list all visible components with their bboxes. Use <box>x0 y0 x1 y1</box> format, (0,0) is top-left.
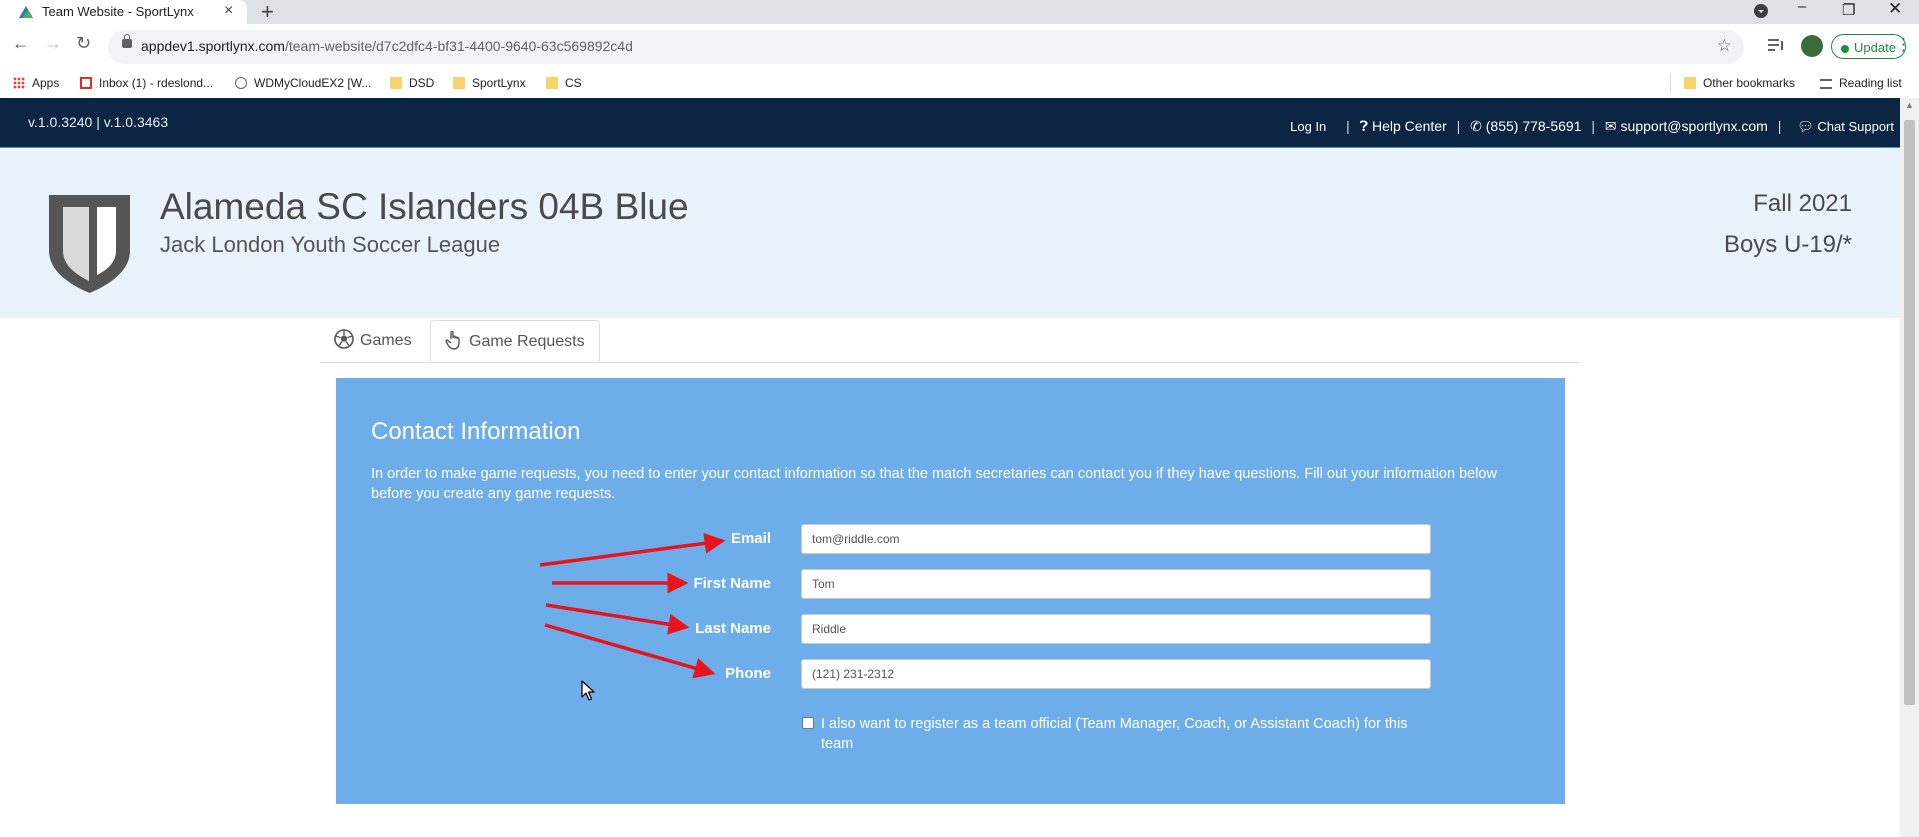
mouse-cursor-icon <box>581 680 595 701</box>
media-control-icon[interactable] <box>1768 38 1784 57</box>
sportlynx-favicon-icon <box>19 6 33 18</box>
minimize-icon[interactable]: – <box>1798 0 1806 15</box>
email-label: Email <box>730 530 771 547</box>
bookmark-other[interactable]: Other bookmarks <box>1684 76 1795 90</box>
team-name: Alameda SC Islanders 04B Blue <box>160 186 689 227</box>
bookmark-apps[interactable]: Apps <box>13 76 59 90</box>
folder-icon <box>546 77 558 89</box>
scrollbar-thumb[interactable] <box>1904 120 1915 705</box>
team-official-label[interactable]: I also want to register as a team offici… <box>821 714 1431 754</box>
bookmark-wdmycloud[interactable]: WDMyCloudEX2 [W... <box>235 76 371 90</box>
browser-tab-title: Team Website - SportLynx <box>42 4 194 19</box>
address-url[interactable]: appdev1.sportlynx.com/team-website/d7c2d… <box>141 38 633 54</box>
close-tab-icon[interactable]: × <box>224 2 233 20</box>
bookmark-sportlynx[interactable]: SportLynx <box>453 76 526 90</box>
tab-game-requests[interactable]: Game Requests <box>430 320 600 362</box>
new-tab-icon[interactable]: + <box>261 0 274 25</box>
browser-tab[interactable]: Team Website - SportLynx × <box>0 0 247 24</box>
contact-information-panel: Contact Information In order to make gam… <box>336 378 1565 804</box>
team-official-checkbox[interactable] <box>802 717 814 729</box>
first-name-label: First Name <box>693 575 771 592</box>
scroll-up-icon[interactable]: ▲ <box>1905 100 1914 110</box>
site-utility-nav: Log In | ❓︎ Help Center | ✆ (855) 778-56… <box>1290 118 1894 134</box>
envelope-icon: ✉ <box>1604 118 1617 134</box>
profile-avatar-icon[interactable] <box>1801 35 1823 57</box>
chat-icon: 💬︎ <box>1797 119 1814 134</box>
chat-support-link[interactable]: 💬︎ Chat Support <box>1797 119 1894 134</box>
apps-grid-icon <box>13 77 25 89</box>
reload-icon[interactable]: ↻ <box>76 33 91 54</box>
window-close-icon[interactable]: ✕ <box>1888 0 1902 19</box>
gmail-icon <box>80 77 92 89</box>
phone-row: Phone (121) 231-2312 <box>336 659 1565 689</box>
contact-title: Contact Information <box>371 418 581 445</box>
address-bar[interactable]: appdev1.sportlynx.com/team-website/d7c2d… <box>108 30 1744 64</box>
email-field[interactable]: tom@riddle.com <box>801 524 1431 554</box>
site-top-bar: v.1.0.3240 | v.1.0.3463 Log In | ❓︎ Help… <box>0 98 1919 148</box>
globe-icon <box>235 77 247 89</box>
back-icon[interactable]: ← <box>12 33 30 54</box>
forward-icon[interactable]: → <box>44 33 62 54</box>
last-name-row: Last Name Riddle <box>336 614 1565 644</box>
bookmark-cs[interactable]: CS <box>546 76 582 90</box>
last-name-field[interactable]: Riddle <box>801 614 1431 644</box>
season-label: Fall 2021 <box>1753 190 1852 217</box>
bookmark-inbox[interactable]: Inbox (1) - rdeslond... <box>80 76 213 90</box>
section-tabs: Games Game Requests <box>320 318 1580 363</box>
browser-tab-strip: Team Website - SportLynx × + – ❐ ✕ <box>0 0 1919 24</box>
folder-icon <box>453 77 465 89</box>
league-name: Jack London Youth Soccer League <box>160 232 501 257</box>
bookmark-star-icon[interactable]: ☆ <box>1717 36 1732 56</box>
profile-dropdown-icon[interactable] <box>1753 3 1769 23</box>
reading-list-icon <box>1820 79 1832 89</box>
lock-icon <box>122 34 132 48</box>
folder-icon <box>1684 77 1696 89</box>
contact-intro-text: In order to make game requests, you need… <box>371 466 1497 502</box>
version-label: v.1.0.3240 | v.1.0.3463 <box>28 114 169 130</box>
help-circle-icon: ❓︎ <box>1359 118 1369 134</box>
team-shield-logo <box>49 195 130 293</box>
bookmark-divider <box>1670 74 1671 92</box>
division-label: Boys U-19/* <box>1723 231 1852 258</box>
first-name-row: First Name Tom <box>336 569 1565 599</box>
phone-label: Phone <box>725 665 771 682</box>
hand-pointer-icon <box>445 330 460 350</box>
bookmarks-bar: Apps Inbox (1) - rdeslond... WDMyCloudEX… <box>0 70 1919 99</box>
bookmark-dsd[interactable]: DSD <box>390 76 434 90</box>
first-name-field[interactable]: Tom <box>801 569 1431 599</box>
phone-icon: ✆ <box>1470 118 1482 134</box>
tab-games[interactable]: Games <box>320 320 426 362</box>
team-header: Alameda SC Islanders 04B Blue Jack Londo… <box>0 148 1900 318</box>
support-email-link[interactable]: ✉ support@sportlynx.com <box>1605 118 1768 134</box>
email-row: Email tom@riddle.com <box>336 524 1565 554</box>
phone-link[interactable]: ✆ (855) 778-5691 <box>1470 118 1581 134</box>
page-scrollbar[interactable]: ▲ <box>1900 98 1919 837</box>
phone-field[interactable]: (121) 231-2312 <box>801 659 1431 689</box>
last-name-label: Last Name <box>695 620 771 637</box>
help-center-link[interactable]: ❓︎ Help Center <box>1360 118 1447 134</box>
login-link[interactable]: Log In <box>1290 119 1326 134</box>
reading-list[interactable]: Reading list <box>1820 76 1902 90</box>
folder-icon <box>390 77 402 89</box>
restore-icon[interactable]: ❐ <box>1842 1 1855 19</box>
browser-toolbar: ← → ↻ appdev1.sportlynx.com/team-website… <box>0 24 1919 70</box>
browser-menu-icon[interactable]: ⋮ <box>1895 35 1912 55</box>
soccer-ball-icon <box>334 329 354 349</box>
